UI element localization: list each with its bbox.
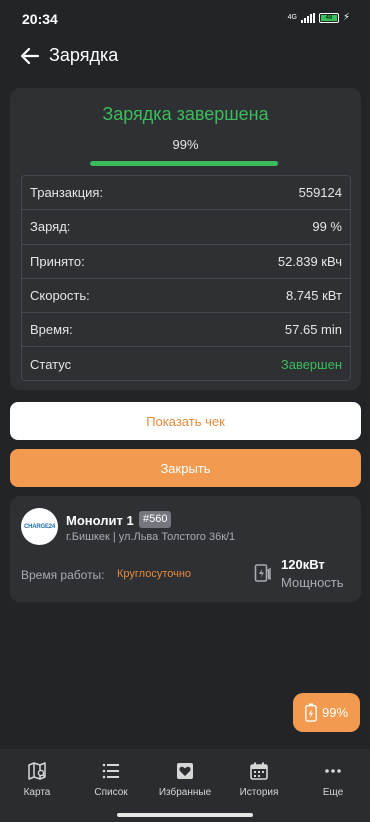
detail-value: 559124 (298, 185, 342, 201)
charge-progress-fill (90, 161, 279, 166)
home-indicator (117, 813, 253, 817)
status-time: 20:34 (22, 11, 58, 27)
detail-row-time: Время: 57.65 min (22, 313, 350, 348)
battery-level-label: 48 (320, 14, 337, 21)
detail-row-speed: Скорость: 8.745 кВт (22, 279, 350, 314)
detail-label: Скорость: (30, 288, 90, 304)
arrow-left-icon (20, 47, 40, 65)
detail-row-received: Принято: 52.839 кВч (22, 245, 350, 279)
power-value: 120кВт (281, 557, 325, 572)
nav-item-favorites[interactable]: Избранные (148, 749, 222, 822)
charge-details-table: Транзакция: 559124 Заряд: 99 % Принято: … (21, 175, 351, 381)
station-logo-text: CHARGE24 (23, 523, 56, 530)
show-receipt-button[interactable]: Показать чек (10, 402, 361, 440)
nav-item-history[interactable]: История (222, 749, 296, 822)
detail-row-status: Статус Завершен (22, 347, 350, 380)
battery-icon: 48 (318, 12, 339, 23)
status-bar: 20:34 4G 48 ⚡ (0, 0, 370, 36)
detail-label: Заряд: (30, 219, 71, 235)
detail-label: Статус (30, 357, 72, 373)
charge-percent: 99% (172, 137, 199, 152)
detail-value: 57.65 min (284, 322, 342, 338)
detail-value: 52.839 кВч (277, 253, 342, 269)
detail-row-charge: Заряд: 99 % (22, 210, 350, 245)
app-header: Зарядка (0, 40, 370, 72)
nav-item-list[interactable]: Список (74, 749, 148, 822)
heart-icon (177, 763, 193, 779)
station-card[interactable]: CHARGE24 Монолит 1 #560 г.Бишкек | ул.Ль… (10, 496, 361, 602)
network-label: 4G (287, 14, 297, 21)
charge-status-title: Зарядка завершена (102, 104, 269, 124)
station-name: Монолит 1 (66, 513, 134, 528)
more-icon (325, 769, 341, 773)
station-number-badge: #560 (139, 511, 172, 528)
detail-value: 8.745 кВт (285, 288, 342, 304)
detail-row-transaction: Транзакция: 559124 (22, 176, 350, 211)
nav-label: Список (94, 787, 128, 798)
nav-label: Избранные (158, 787, 212, 798)
signal-icon (300, 12, 315, 23)
station-address: г.Бишкек | ул.Льва Толстого 36к/1 (66, 531, 236, 543)
station-logo: CHARGE24 (21, 508, 58, 545)
charging-station-icon (254, 564, 271, 582)
working-hours-label: Время работы: (21, 568, 105, 582)
nav-label: История (239, 787, 279, 798)
nav-label: Еще (322, 787, 344, 798)
list-icon (102, 763, 119, 779)
detail-label: Время: (30, 322, 73, 338)
working-hours-value: Круглосуточно (117, 568, 192, 580)
charging-bolt-icon: ⚡ (342, 12, 350, 23)
map-icon (28, 762, 46, 780)
charging-summary-card: Зарядка завершена 99% Транзакция: 559124… (10, 88, 361, 390)
detail-label: Принято: (30, 253, 85, 269)
calendar-icon (250, 762, 268, 780)
nav-label: Карта (23, 787, 51, 798)
charge-progress-bar (90, 161, 280, 166)
detail-value: 99 % (312, 219, 342, 235)
close-button[interactable]: Закрыть (10, 449, 361, 487)
back-button[interactable] (18, 44, 42, 68)
detail-label: Транзакция: (30, 185, 104, 201)
bottom-navigation: Карта Список Избранные История Еще (0, 749, 370, 822)
current-charge-text: 99% (321, 705, 349, 720)
power-label: Мощность (281, 575, 344, 590)
page-title: Зарядка (49, 45, 119, 65)
battery-charging-icon (305, 703, 317, 722)
nav-item-map[interactable]: Карта (0, 749, 74, 822)
status-value: Завершен (280, 357, 342, 373)
nav-item-more[interactable]: Еще (296, 749, 370, 822)
current-charge-button[interactable]: 99% (293, 693, 360, 732)
status-icons: 4G 48 ⚡ (288, 12, 350, 23)
